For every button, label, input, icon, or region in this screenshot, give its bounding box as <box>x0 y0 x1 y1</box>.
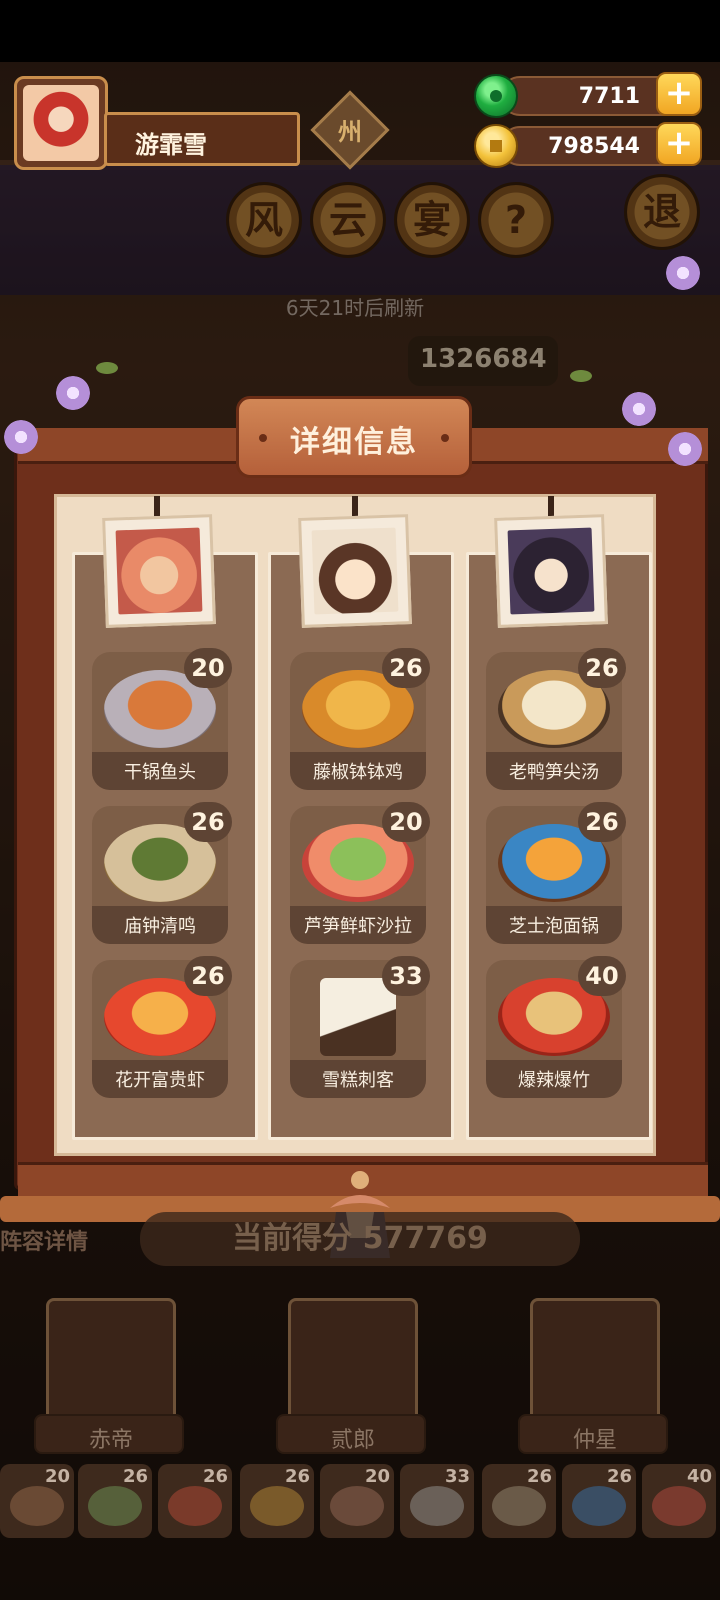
mini-dish-score: 26 <box>526 1466 552 1487</box>
dish-card[interactable]: 芦笋鲜虾沙拉 20 <box>290 802 430 944</box>
mini-dish-image <box>492 1486 546 1526</box>
dish-score-badge: 26 <box>578 802 626 842</box>
character-portrait-erlang <box>311 527 399 615</box>
mini-dish-image <box>10 1486 64 1526</box>
mini-dish-image <box>652 1486 706 1526</box>
lineup-character-card[interactable] <box>288 1298 418 1426</box>
dish-score-badge: 26 <box>184 802 232 842</box>
lineup-name-plate: 赤帝 <box>34 1414 184 1454</box>
dish-score-badge: 26 <box>578 648 626 688</box>
flower-decoration <box>56 376 90 410</box>
dish-card[interactable]: 芝士泡面锅 26 <box>486 802 626 944</box>
mini-dish-slot[interactable]: 20 <box>0 1464 74 1538</box>
mini-dish-slot[interactable]: 20 <box>320 1464 394 1538</box>
character-portrait-card[interactable] <box>102 514 216 628</box>
current-score: 当前得分 577769 <box>140 1212 580 1266</box>
dish-card[interactable]: 干锅鱼头 20 <box>92 648 232 790</box>
dish-card[interactable]: 雪糕刺客 33 <box>290 956 430 1098</box>
dish-score-badge: 33 <box>382 956 430 996</box>
player-avatar[interactable] <box>14 76 108 170</box>
mini-dish-slot[interactable]: 40 <box>642 1464 716 1538</box>
mini-dish-score: 20 <box>44 1466 70 1487</box>
panel-title: 详细信息 <box>290 425 418 460</box>
add-coin-button[interactable]: + <box>656 122 702 166</box>
lineup-character-name: 赤帝 <box>88 1428 133 1453</box>
dish-name: 老鸭笋尖汤 <box>509 762 599 783</box>
mini-dish-slot[interactable]: 26 <box>240 1464 314 1538</box>
dish-name: 爆辣爆竹 <box>518 1070 590 1091</box>
lineup-character-card[interactable] <box>530 1298 660 1426</box>
dish-name: 干锅鱼头 <box>124 762 196 783</box>
mini-dish-slot[interactable]: 26 <box>482 1464 556 1538</box>
coin-icon <box>474 124 518 168</box>
dish-score-badge: 20 <box>382 802 430 842</box>
dish-card[interactable]: 藤椒钵钵鸡 26 <box>290 648 430 790</box>
lineup-details-label[interactable]: 阵容详情 <box>0 1224 88 1256</box>
mini-dish-image <box>410 1486 464 1526</box>
mini-dish-score: 26 <box>122 1466 148 1487</box>
dish-card[interactable]: 爆辣爆竹 40 <box>486 956 626 1098</box>
dish-image-xuegao-cike <box>320 978 396 1056</box>
dish-score-badge: 20 <box>184 648 232 688</box>
region-tag: 州 <box>338 118 362 146</box>
lineup-character-name: 贰郎 <box>330 1428 375 1453</box>
mini-dish-image <box>330 1486 384 1526</box>
dish-name: 庙钟清鸣 <box>124 916 196 937</box>
mini-dish-score: 40 <box>686 1466 712 1487</box>
flower-decoration <box>4 420 38 454</box>
leaf-decoration <box>96 362 118 374</box>
dish-name: 花开富贵虾 <box>115 1070 205 1091</box>
status-bar-area <box>0 0 720 62</box>
lineup-name-plate: 仲星 <box>518 1414 668 1454</box>
mini-dish-slot[interactable]: 33 <box>400 1464 474 1538</box>
dish-name: 芦笋鲜虾沙拉 <box>304 916 412 937</box>
character-portrait-card[interactable] <box>494 514 608 628</box>
leaf-decoration <box>570 370 592 382</box>
dish-score-badge: 26 <box>382 648 430 688</box>
dish-card[interactable]: 庙钟清鸣 26 <box>92 802 232 944</box>
dish-card[interactable]: 花开富贵虾 26 <box>92 956 232 1098</box>
jade-amount: 7711 <box>578 84 640 109</box>
mini-dish-image <box>168 1486 222 1526</box>
mini-dish-score: 20 <box>364 1466 390 1487</box>
mini-dish-image <box>250 1486 304 1526</box>
mini-dish-image <box>572 1486 626 1526</box>
character-portrait-chidi <box>115 527 203 615</box>
add-jade-button[interactable]: + <box>656 72 702 116</box>
flower-decoration <box>622 392 656 426</box>
player-name: 游霏雪 <box>135 131 207 159</box>
flower-decoration <box>668 432 702 466</box>
dish-name: 雪糕刺客 <box>322 1070 394 1091</box>
mini-dish-slot[interactable]: 26 <box>158 1464 232 1538</box>
jade-icon <box>474 74 518 118</box>
mini-dish-score: 26 <box>202 1466 228 1487</box>
mini-dish-slot[interactable]: 26 <box>78 1464 152 1538</box>
dish-name: 藤椒钵钵鸡 <box>313 762 403 783</box>
lineup-name-plate: 贰郎 <box>276 1414 426 1454</box>
lineup-character-name: 仲星 <box>572 1428 617 1453</box>
flower-decoration <box>666 256 700 290</box>
character-portrait-card[interactable] <box>298 514 412 628</box>
dish-card[interactable]: 老鸭笋尖汤 26 <box>486 648 626 790</box>
character-portrait-zhongxing <box>507 527 595 615</box>
coin-amount: 798544 <box>548 134 640 159</box>
panel-title-plaque: 详细信息 <box>236 396 472 478</box>
dish-score-badge: 40 <box>578 956 626 996</box>
player-name-plate: 游霏雪 <box>104 112 300 166</box>
mini-dish-score: 26 <box>606 1466 632 1487</box>
mini-dish-score: 26 <box>284 1466 310 1487</box>
lineup-character-card[interactable] <box>46 1298 176 1426</box>
mini-dish-slot[interactable]: 26 <box>562 1464 636 1538</box>
avatar-portrait <box>23 85 99 161</box>
dish-name: 芝士泡面锅 <box>509 916 599 937</box>
dish-score-badge: 26 <box>184 956 232 996</box>
mini-dish-image <box>88 1486 142 1526</box>
mini-dish-score: 33 <box>444 1466 470 1487</box>
title-ornament-dot <box>441 434 449 442</box>
